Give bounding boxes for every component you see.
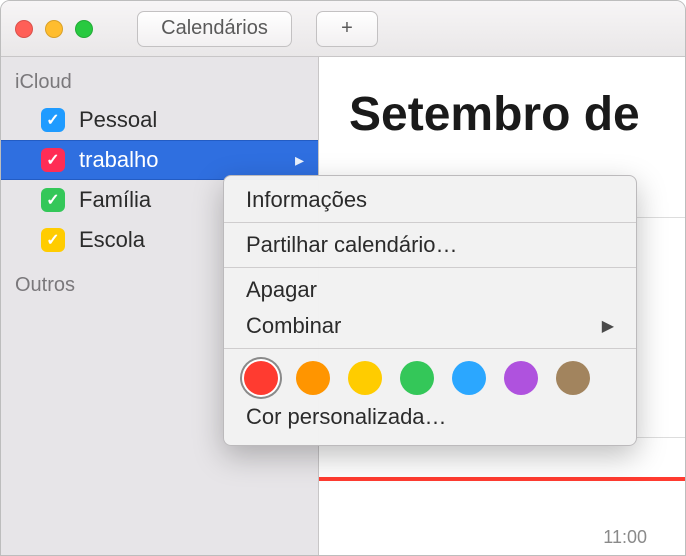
calendar-label: trabalho bbox=[79, 147, 159, 173]
menu-item-label: Combinar bbox=[246, 313, 341, 339]
chevron-right-icon: ▸ bbox=[295, 150, 304, 171]
calendar-context-menu: Informações Partilhar calendário… Apagar… bbox=[223, 175, 637, 446]
checkbox-icon[interactable]: ✓ bbox=[41, 108, 65, 132]
menu-item-label: Informações bbox=[246, 187, 367, 213]
now-indicator bbox=[319, 477, 685, 481]
calendar-window: Calendários + iCloud ✓ Pessoal ✓ trabalh… bbox=[0, 0, 686, 556]
color-swatch-red[interactable] bbox=[244, 361, 278, 395]
menu-item-label: Partilhar calendário… bbox=[246, 232, 458, 258]
calendar-label: Pessoal bbox=[79, 107, 157, 133]
menu-item-share[interactable]: Partilhar calendário… bbox=[224, 227, 636, 263]
titlebar: Calendários + bbox=[1, 1, 685, 57]
calendars-toggle-button[interactable]: Calendários bbox=[137, 11, 292, 47]
minimize-icon[interactable] bbox=[45, 20, 63, 38]
menu-item-custom-color[interactable]: Cor personalizada… bbox=[224, 399, 636, 435]
zoom-icon[interactable] bbox=[75, 20, 93, 38]
color-swatch-purple[interactable] bbox=[504, 361, 538, 395]
menu-separator bbox=[224, 222, 636, 223]
calendars-toggle-label: Calendários bbox=[161, 17, 268, 40]
color-swatch-blue[interactable] bbox=[452, 361, 486, 395]
sidebar-item-trabalho[interactable]: ✓ trabalho ▸ bbox=[1, 140, 318, 180]
sidebar-group-label: iCloud bbox=[1, 67, 318, 100]
menu-item-delete[interactable]: Apagar bbox=[224, 272, 636, 308]
chevron-right-icon: ▶ bbox=[602, 316, 614, 336]
color-swatch-orange[interactable] bbox=[296, 361, 330, 395]
color-swatch-yellow[interactable] bbox=[348, 361, 382, 395]
checkbox-icon[interactable]: ✓ bbox=[41, 188, 65, 212]
menu-item-label: Apagar bbox=[246, 277, 317, 303]
checkbox-icon[interactable]: ✓ bbox=[41, 228, 65, 252]
time-label: 11:00 bbox=[603, 527, 647, 548]
menu-separator bbox=[224, 267, 636, 268]
calendar-label: Escola bbox=[79, 227, 145, 253]
month-title: Setembro de bbox=[319, 57, 685, 142]
checkbox-icon[interactable]: ✓ bbox=[41, 148, 65, 172]
color-swatch-green[interactable] bbox=[400, 361, 434, 395]
menu-item-label: Cor personalizada… bbox=[246, 404, 447, 430]
calendar-label: Família bbox=[79, 187, 151, 213]
sidebar-item-pessoal[interactable]: ✓ Pessoal bbox=[1, 100, 318, 140]
color-swatch-brown[interactable] bbox=[556, 361, 590, 395]
window-controls bbox=[15, 20, 93, 38]
close-icon[interactable] bbox=[15, 20, 33, 38]
plus-icon: + bbox=[341, 17, 353, 40]
color-swatch-row bbox=[224, 353, 636, 399]
add-event-button[interactable]: + bbox=[316, 11, 378, 47]
menu-item-merge[interactable]: Combinar ▶ bbox=[224, 308, 636, 344]
menu-separator bbox=[224, 348, 636, 349]
menu-item-info[interactable]: Informações bbox=[224, 182, 636, 218]
